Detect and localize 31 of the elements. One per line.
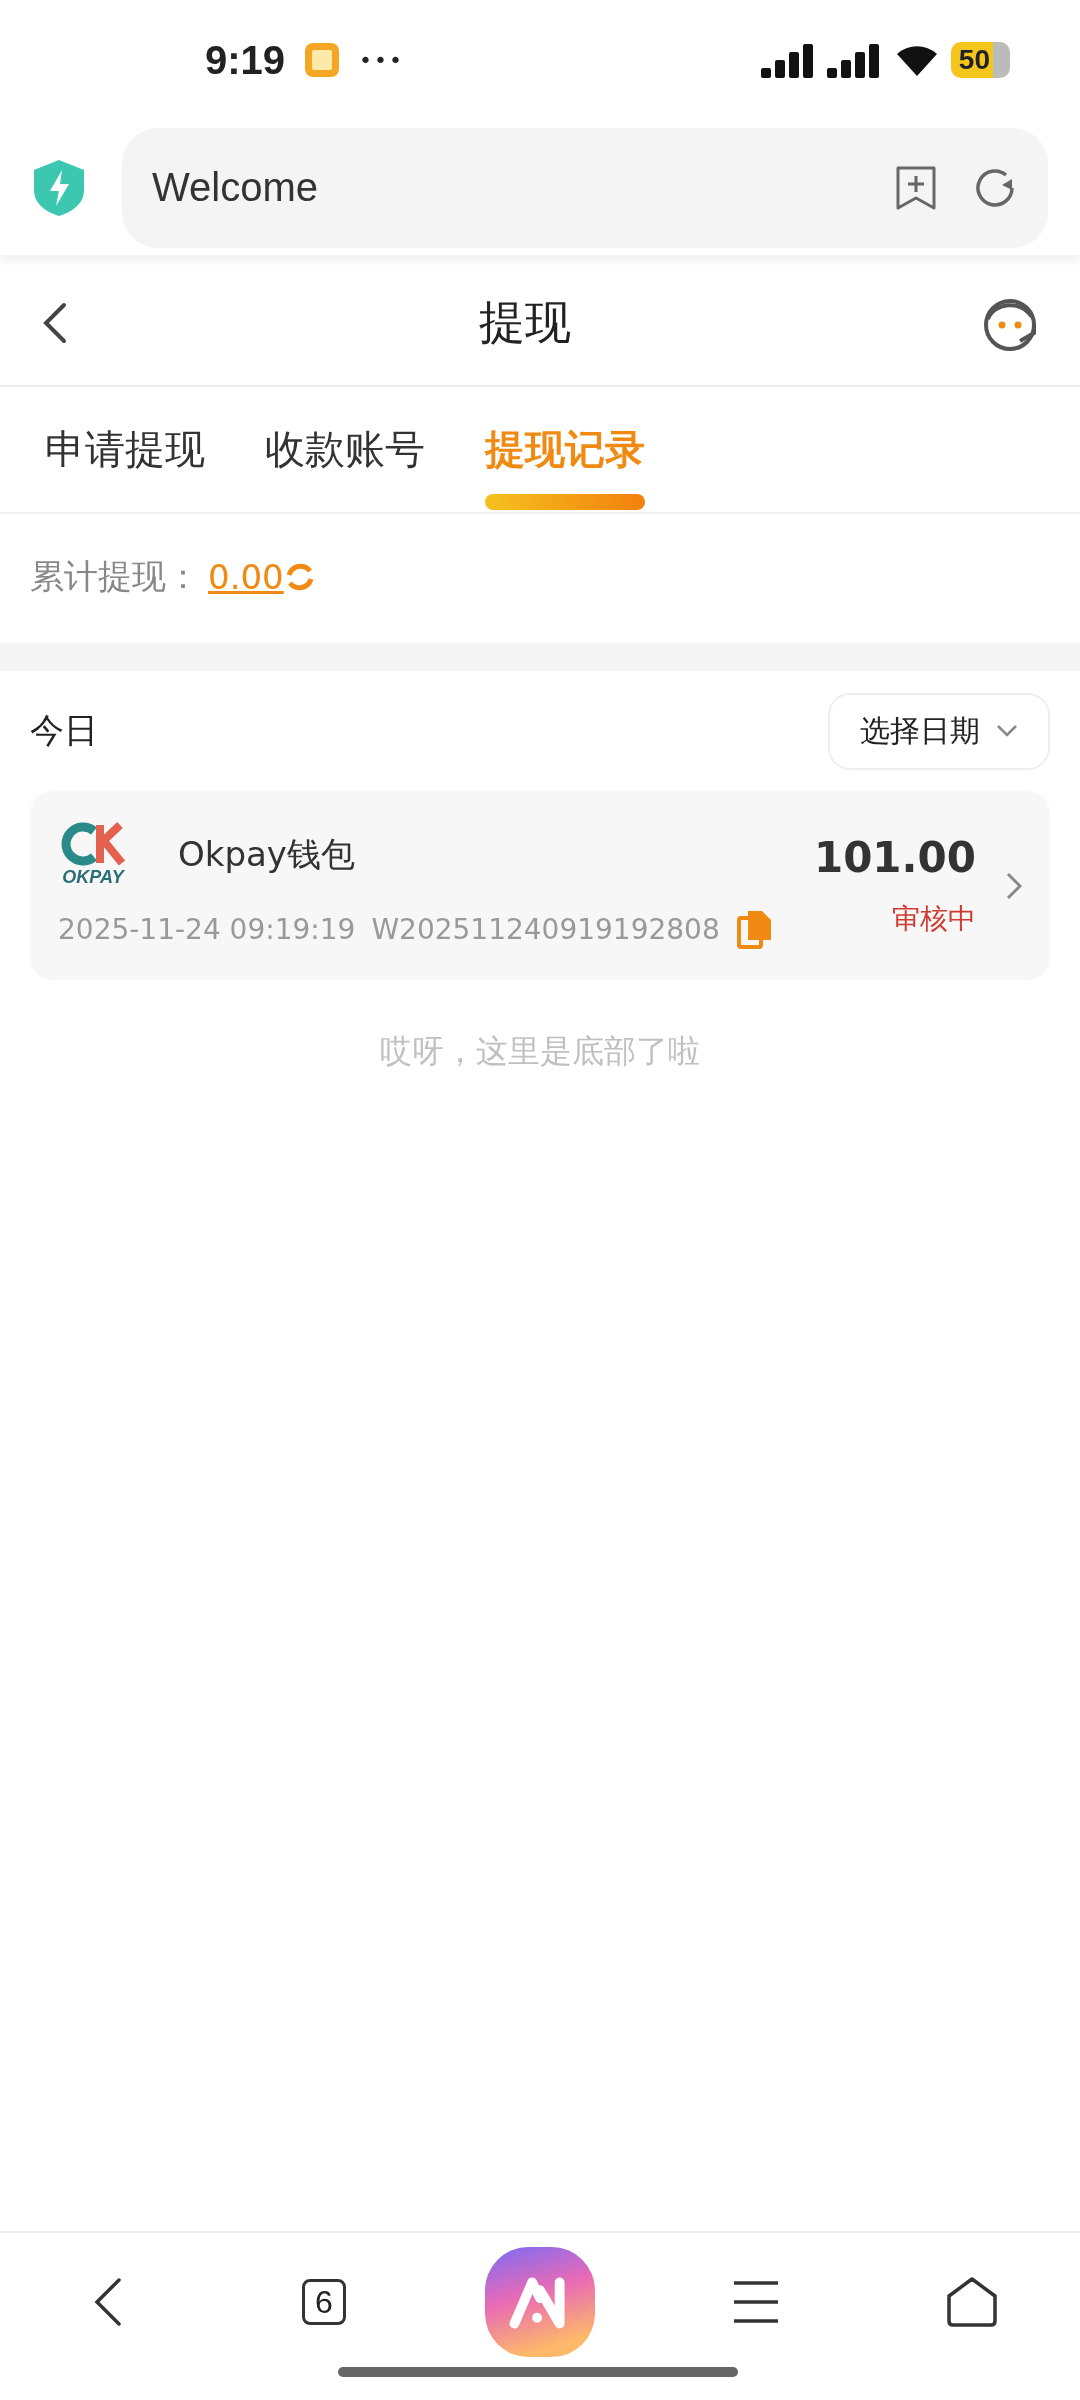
address-bar[interactable]: Welcome: [122, 127, 1048, 248]
summary-label: 累计提现：: [30, 554, 200, 598]
end-of-list-text: 哎呀，这里是底部了啦: [380, 1032, 700, 1070]
menu-icon: [732, 2280, 780, 2324]
section-title: 今日: [30, 709, 98, 752]
record-time: 2025-11-24 09:19:19: [58, 912, 356, 946]
back-icon: [93, 2277, 123, 2327]
tab[interactable]: 收款账号: [265, 387, 425, 512]
date-picker[interactable]: 选择日期: [828, 692, 1050, 770]
wallet-logo-icon: [60, 821, 126, 867]
status-time: 9:19: [205, 37, 286, 83]
page-heading: 提现: [479, 293, 571, 351]
notes-icon: [305, 43, 340, 77]
logo-text: OKPAY: [62, 867, 124, 888]
chevron-down-icon: [996, 724, 1018, 738]
record-amount: 101.00: [813, 833, 976, 882]
record-status: 审核中: [892, 901, 976, 937]
order-number: W202511240919192808: [371, 912, 720, 946]
record-card[interactable]: OKPAY Okpay钱包 2025-11-24 09:19:19 W202511240919192808 101.00 审核中: [30, 791, 1050, 980]
app-logo-icon: [485, 2246, 595, 2358]
app-button[interactable]: [485, 2247, 595, 2357]
page-title: Welcome: [152, 165, 319, 210]
shield-icon: [32, 157, 86, 218]
home-icon: [946, 2276, 998, 2328]
chevron-right-icon: [1006, 871, 1022, 900]
total-amount: 0.00: [208, 556, 284, 597]
battery-icon: 50: [950, 42, 1010, 78]
wallet-name: Okpay钱包: [178, 832, 355, 876]
tabs-button[interactable]: 6: [269, 2247, 379, 2357]
tab[interactable]: 申请提现: [45, 387, 205, 512]
more-dots: •••: [359, 47, 404, 73]
